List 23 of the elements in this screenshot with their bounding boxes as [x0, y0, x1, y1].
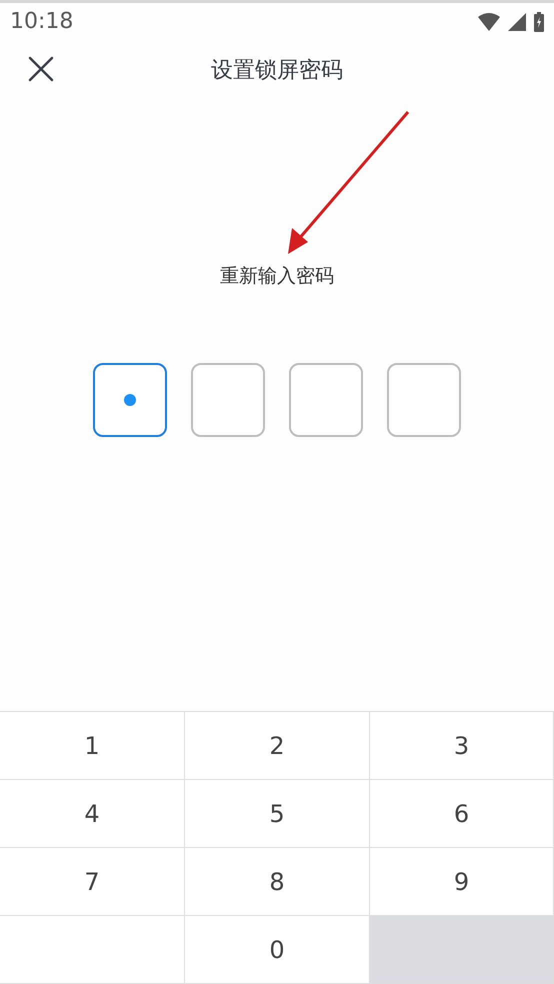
- digit-key[interactable]: 3: [370, 712, 554, 780]
- pin-box[interactable]: [289, 362, 363, 436]
- digit-key[interactable]: 8: [185, 848, 370, 916]
- signal-icon: [508, 12, 526, 30]
- digit-key[interactable]: 6: [370, 780, 554, 848]
- digit-key[interactable]: 9: [370, 848, 554, 916]
- wifi-icon: [478, 12, 500, 30]
- action-key[interactable]: [370, 916, 554, 984]
- status-time: 10:18: [10, 8, 74, 36]
- prompt-text: 重新输入密码: [220, 264, 334, 289]
- close-icon: [28, 56, 54, 82]
- digit-key[interactable]: 4: [0, 780, 185, 848]
- pin-dot: [124, 394, 136, 406]
- battery-icon: [534, 12, 544, 32]
- pin-box[interactable]: [93, 362, 167, 436]
- pin-box[interactable]: [191, 362, 265, 436]
- digit-key[interactable]: 7: [0, 848, 185, 916]
- page-title: 设置锁屏密码: [211, 56, 343, 84]
- digit-key[interactable]: 5: [185, 780, 370, 848]
- digit-key[interactable]: 0: [185, 916, 370, 984]
- pin-box[interactable]: [387, 362, 461, 436]
- digit-key[interactable]: 1: [0, 712, 185, 780]
- digit-key[interactable]: 2: [185, 712, 370, 780]
